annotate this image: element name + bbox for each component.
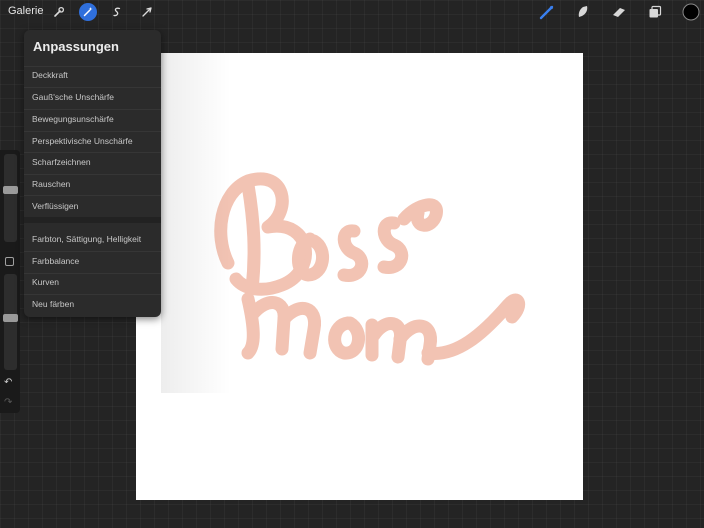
brush-button[interactable]	[538, 3, 556, 21]
color-swatch	[682, 3, 700, 21]
panel-shadow	[161, 53, 231, 393]
adjustments-panel: Anpassungen Deckkraft Gauß'sche Unschärf…	[24, 30, 161, 317]
panel-title: Anpassungen	[33, 39, 119, 54]
menu-item-gaussian-blur[interactable]: Gauß'sche Unschärfe	[32, 92, 114, 102]
selection-icon	[113, 7, 121, 17]
gallery-button[interactable]: Galerie	[8, 5, 43, 17]
brush-size-handle[interactable]	[3, 186, 18, 194]
smudge-button[interactable]	[574, 3, 592, 21]
divider	[24, 195, 161, 196]
menu-item-color-balance[interactable]: Farbbalance	[32, 256, 79, 266]
menu-item-curves[interactable]: Kurven	[32, 277, 59, 287]
magic-wand-icon	[83, 7, 93, 17]
menu-item-recolor[interactable]: Neu färben	[32, 299, 74, 309]
adjustments-button[interactable]	[79, 3, 97, 21]
divider	[24, 273, 161, 274]
layers-icon	[649, 5, 662, 18]
layers-button[interactable]	[646, 3, 664, 21]
divider	[24, 87, 161, 88]
redo-icon[interactable]: ↷	[4, 398, 12, 408]
divider	[24, 152, 161, 153]
opacity-handle[interactable]	[3, 313, 18, 322]
divider	[24, 109, 161, 110]
color-button[interactable]	[681, 2, 701, 22]
wrench-icon	[54, 6, 65, 17]
group-separator	[24, 217, 161, 223]
transform-button[interactable]	[138, 3, 156, 21]
eraser-button[interactable]	[610, 3, 628, 21]
menu-item-perspective-blur[interactable]: Perspektivische Unschärfe	[32, 136, 133, 146]
brush-size-slider[interactable]	[4, 154, 17, 242]
menu-item-sharpen[interactable]: Scharfzeichnen	[32, 157, 91, 167]
menu-item-liquify[interactable]: Verflüssigen	[32, 201, 78, 211]
divider	[24, 66, 161, 67]
modify-button[interactable]	[5, 257, 14, 266]
divider	[24, 131, 161, 132]
divider	[24, 251, 161, 252]
undo-icon[interactable]: ↶	[4, 378, 12, 388]
selection-button[interactable]	[108, 3, 126, 21]
divider	[24, 294, 161, 295]
transform-icon	[142, 7, 152, 17]
eraser-icon	[613, 8, 625, 17]
smudge-icon	[578, 6, 588, 17]
menu-item-hue-saturation-brightness[interactable]: Farbton, Sättigung, Helligkeit	[32, 234, 141, 244]
menu-item-motion-blur[interactable]: Bewegungsunschärfe	[32, 114, 114, 124]
opacity-slider[interactable]	[4, 274, 17, 370]
brush-icon	[539, 5, 554, 20]
left-sidebar: ↶ ↷	[0, 150, 20, 413]
actions-button[interactable]	[50, 3, 68, 21]
menu-item-noise[interactable]: Rauschen	[32, 179, 70, 189]
divider	[24, 174, 161, 175]
menu-item-deckkraft[interactable]: Deckkraft	[32, 70, 68, 80]
top-toolbar: Galerie	[0, 0, 704, 24]
